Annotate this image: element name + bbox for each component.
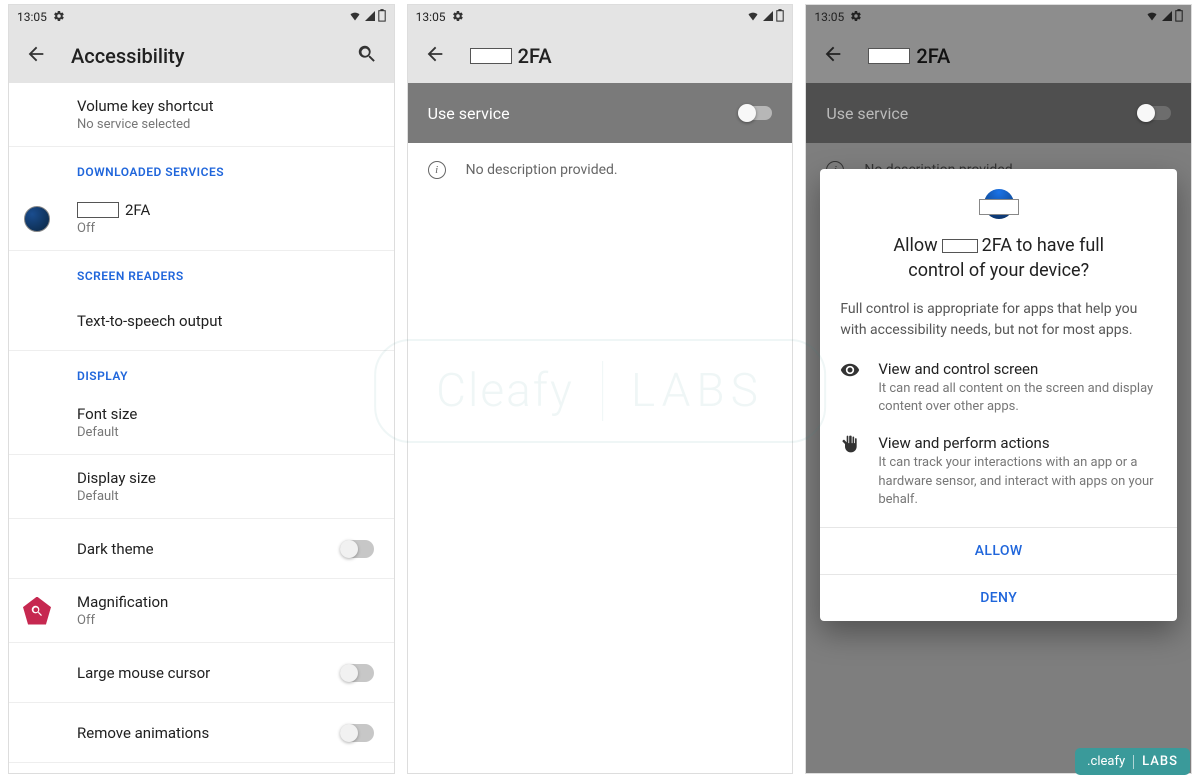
back-icon[interactable]	[25, 43, 47, 69]
deny-button[interactable]: DENY	[820, 574, 1177, 621]
status-bar: 13:05	[9, 5, 394, 29]
permission-desc: It can read all content on the screen an…	[878, 380, 1157, 416]
setting-sub: No service selected	[77, 117, 374, 132]
signal-icon	[1161, 10, 1173, 25]
app-bar: 2FA	[806, 29, 1191, 83]
setting-magnification[interactable]: Magnification Off	[9, 579, 394, 643]
app-bar: 2FA	[408, 29, 793, 83]
gear-icon	[53, 10, 65, 25]
battery-icon	[776, 9, 784, 25]
search-icon[interactable]	[356, 43, 378, 69]
page-title: 2FA	[470, 44, 777, 68]
app-bar: Accessibility	[9, 29, 394, 83]
use-service-label: Use service	[826, 104, 908, 123]
status-bar: 13:05	[806, 5, 1191, 29]
section-screen-readers: SCREEN READERS	[9, 251, 394, 291]
permission-dialog: Allow 2FA to have full control of your d…	[820, 169, 1177, 621]
redacted-text	[470, 48, 512, 64]
dialog-body: Full control is appropriate for apps tha…	[840, 299, 1157, 340]
setting-sub: Off	[77, 613, 374, 628]
wifi-icon	[348, 10, 362, 25]
setting-font-size[interactable]: Font size Default	[9, 391, 394, 455]
setting-title: 2FA	[125, 201, 150, 219]
magnification-icon	[23, 597, 51, 625]
use-service-label: Use service	[428, 104, 510, 123]
toggle-switch[interactable]	[738, 106, 772, 120]
page-title: Accessibility	[71, 44, 332, 68]
battery-icon	[378, 9, 386, 25]
setting-title: Display size	[77, 469, 374, 487]
cleafy-labs-badge: .cleafy LABS	[1075, 748, 1190, 775]
setting-2fa-service[interactable]: 2FA Off	[9, 187, 394, 251]
permission-title: View and control screen	[878, 360, 1157, 378]
section-display: DISPLAY	[9, 351, 394, 391]
setting-remove-animations[interactable]: Remove animations	[9, 703, 394, 763]
wifi-icon	[1145, 10, 1159, 25]
setting-title: Dark theme	[77, 540, 154, 558]
setting-tts[interactable]: Text-to-speech output	[9, 291, 394, 351]
permission-desc: It can track your interactions with an a…	[878, 454, 1157, 509]
permission-title: View and perform actions	[878, 434, 1157, 452]
back-icon[interactable]	[424, 43, 446, 69]
no-description-text: No description provided.	[466, 162, 618, 178]
toggle-switch[interactable]	[340, 724, 374, 742]
setting-volume-shortcut[interactable]: Volume key shortcut No service selected	[9, 83, 394, 147]
battery-icon	[1175, 9, 1183, 25]
setting-dark-theme[interactable]: Dark theme	[9, 519, 394, 579]
hand-icon	[840, 434, 862, 509]
toggle-switch[interactable]	[340, 664, 374, 682]
dialog-title: Allow 2FA to have full control of your d…	[840, 233, 1157, 283]
signal-icon	[364, 10, 376, 25]
section-downloaded-services: DOWNLOADED SERVICES	[9, 147, 394, 187]
page-title: 2FA	[868, 44, 1175, 68]
status-time: 13:05	[416, 10, 446, 24]
setting-title: Remove animations	[77, 724, 209, 742]
setting-sub: Default	[77, 489, 374, 504]
gear-icon	[850, 10, 862, 25]
signal-icon	[762, 10, 774, 25]
screen-accessibility: 13:05 Accessibility Volume key short	[8, 4, 395, 774]
gear-icon	[452, 10, 464, 25]
status-time: 13:05	[17, 10, 47, 24]
setting-sub: Off	[77, 221, 374, 236]
redacted-text	[979, 199, 1019, 215]
use-service-banner: Use service	[408, 83, 793, 143]
app-icon	[23, 205, 51, 233]
redacted-text	[77, 202, 119, 218]
dialog-app-icon	[840, 189, 1157, 219]
permission-view-screen: View and control screen It can read all …	[840, 360, 1157, 416]
setting-title: Text-to-speech output	[77, 312, 374, 330]
setting-title: Large mouse cursor	[77, 664, 210, 682]
screen-service-detail: 13:05 2FA Use service i No description	[407, 4, 794, 774]
toggle-switch[interactable]	[340, 540, 374, 558]
setting-large-cursor[interactable]: Large mouse cursor	[9, 643, 394, 703]
toggle-switch[interactable]	[1137, 106, 1171, 120]
setting-title: Font size	[77, 405, 374, 423]
setting-title: Volume key shortcut	[77, 97, 374, 115]
allow-button[interactable]: ALLOW	[820, 527, 1177, 574]
permission-perform-actions: View and perform actions It can track yo…	[840, 434, 1157, 509]
setting-sub: Default	[77, 425, 374, 440]
redacted-text	[868, 48, 910, 64]
redacted-text	[942, 239, 978, 253]
info-icon: i	[428, 161, 446, 179]
status-bar: 13:05	[408, 5, 793, 29]
eye-icon	[840, 360, 862, 416]
status-time: 13:05	[814, 10, 844, 24]
wifi-icon	[746, 10, 760, 25]
setting-title: Magnification	[77, 593, 374, 611]
setting-display-size[interactable]: Display size Default	[9, 455, 394, 519]
screen-permission-dialog: 13:05 2FA Use service i No description	[805, 4, 1192, 774]
back-icon[interactable]	[822, 43, 844, 69]
no-description-row: i No description provided.	[408, 143, 793, 197]
use-service-banner: Use service	[806, 83, 1191, 143]
